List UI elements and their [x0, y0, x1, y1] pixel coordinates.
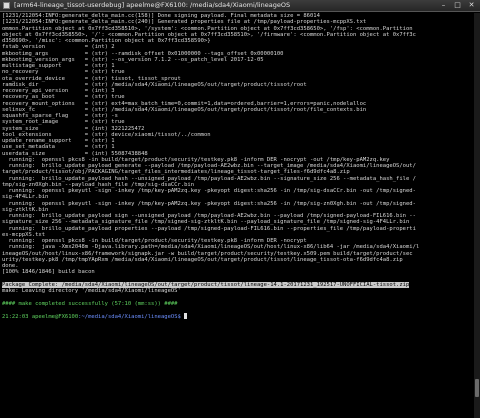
terminal-icon	[3, 2, 10, 9]
prompt-user-host: apeelme@FX6100	[31, 314, 79, 320]
terminal-window: [arm64-lineage_tissot-userdebug] apeelme…	[0, 0, 480, 418]
output-line: urity/testkey.pk8 /tmp/tmpYApRxm /media/…	[2, 256, 403, 263]
vertical-scrollbar[interactable]	[474, 13, 480, 418]
close-button[interactable]: ✕	[465, 1, 478, 10]
output-lines: [1231/212054:INFO:generate_delta_main.cc…	[2, 13, 472, 276]
output-line: running: brillo_update_payload propertie…	[2, 225, 416, 232]
scrollbar-thumb[interactable]	[475, 379, 479, 397]
window-title: [arm64-lineage_tissot-userdebug] apeelme…	[14, 1, 291, 9]
title-bar[interactable]: [arm64-lineage_tissot-userdebug] apeelme…	[0, 0, 480, 12]
package-complete-text: Package Complete: /media/sda4/Xiaomi/lin…	[2, 281, 410, 288]
prompt-time: 21:22:03	[2, 314, 29, 320]
maximize-button[interactable]: □	[451, 1, 464, 10]
output-line: running: openssl pkeyutl -sign -inkey /t…	[2, 200, 416, 207]
minimize-button[interactable]: –	[437, 1, 450, 10]
prompt-line[interactable]: 21:22:03 apeelme@FX6100:~/media/sda4/Xia…	[2, 313, 472, 320]
text-cursor	[184, 313, 188, 319]
output-line: running: java -Xmx2048m -Djava.library.p…	[2, 244, 420, 251]
output-line: signature_size 256 --metadata_signature_…	[2, 219, 410, 226]
output-line: ineageOS/out/host/linux-x86/framework/si…	[2, 250, 413, 257]
terminal-output[interactable]: [1231/212054:INFO:generate_delta_main.cc…	[2, 13, 472, 416]
output-line: running: openssl pkeyutl -sign -inkey /t…	[2, 188, 416, 194]
output-line: running: brillo_update_payload hash --un…	[2, 175, 416, 182]
output-line: ommon.Partition object at 0x7ff3cd358510…	[2, 25, 413, 32]
prompt-symbol: $	[177, 314, 181, 320]
prompt-path: :~/media/sda4/Xiaomi/lineageOS	[78, 314, 178, 320]
